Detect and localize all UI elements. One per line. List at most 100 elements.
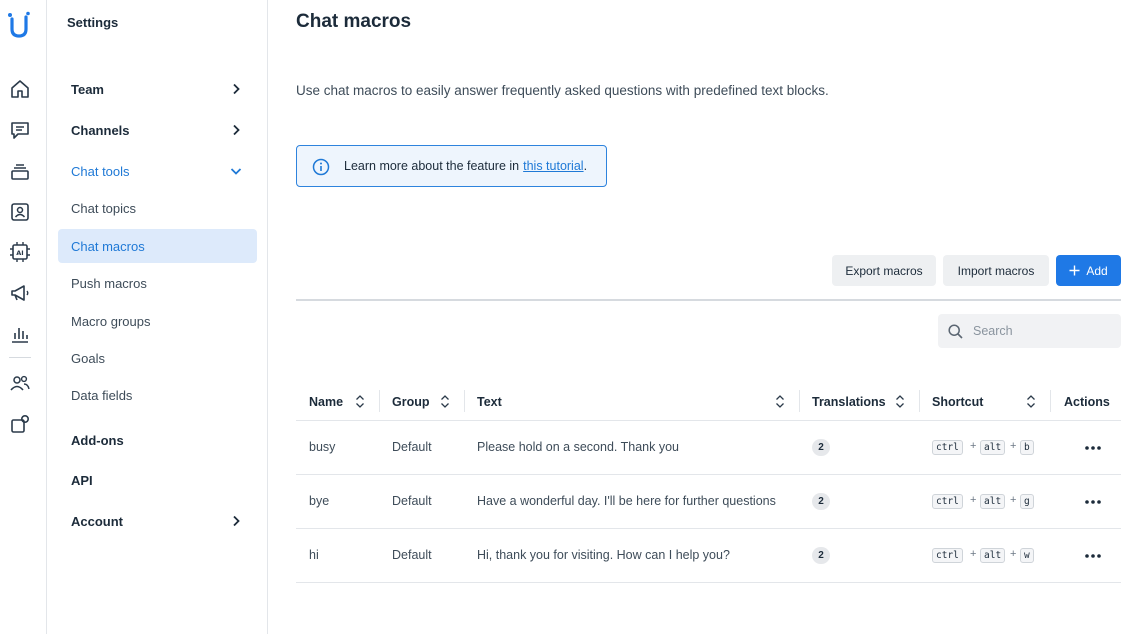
column-separator <box>799 390 800 412</box>
translations-badge: 2 <box>812 547 830 564</box>
rail-divider <box>9 357 31 358</box>
column-header-group[interactable]: Group <box>392 392 430 412</box>
macro-text: Hi, thank you for visiting. How can I he… <box>477 548 730 562</box>
add-label: Add <box>1086 263 1108 278</box>
export-macros-button[interactable]: Export macros <box>832 255 936 286</box>
svg-text:AI: AI <box>16 249 23 257</box>
home-icon[interactable] <box>9 78 31 100</box>
macro-name: bye <box>309 494 330 508</box>
sidebar-item-add-ons[interactable]: Add-ons <box>58 423 257 457</box>
info-icon <box>312 158 330 176</box>
analytics-icon[interactable] <box>9 323 31 345</box>
shortcut-key: w <box>1020 548 1034 563</box>
sidebar-item-push-macros[interactable]: Push macros <box>58 266 257 300</box>
shortcut-key: b <box>1020 440 1034 455</box>
column-header-shortcut[interactable]: Shortcut <box>932 392 983 412</box>
shortcut-key: alt <box>980 494 1006 509</box>
icon-rail: AI <box>0 0 47 634</box>
main-content: Chat macros Use chat macros to easily an… <box>268 0 1134 634</box>
table-row[interactable]: bye Default Have a wonderful day. I'll b… <box>296 475 1121 529</box>
sidebar-item-channels[interactable]: Channels <box>58 113 257 147</box>
table-row[interactable]: busy Default Please hold on a second. Th… <box>296 421 1121 475</box>
column-separator <box>919 390 920 412</box>
add-button[interactable]: Add <box>1056 255 1121 286</box>
shortcut-plus: + <box>970 548 977 560</box>
more-actions-icon[interactable] <box>1084 553 1102 559</box>
shortcut-plus: + <box>1010 440 1017 452</box>
megaphone-icon[interactable] <box>9 282 31 304</box>
chevron-right-icon <box>233 83 240 95</box>
macro-group: Default <box>392 548 432 562</box>
settings-icon[interactable] <box>9 413 31 435</box>
macro-text: Have a wonderful day. I'll be here for f… <box>477 494 776 508</box>
page-description: Use chat macros to easily answer frequen… <box>296 83 829 98</box>
column-header-translations[interactable]: Translations <box>812 392 886 412</box>
sidebar-item-macro-groups[interactable]: Macro groups <box>58 304 257 338</box>
sidebar-item-api[interactable]: API <box>58 463 257 497</box>
sidebar-item-label: Push macros <box>71 275 147 291</box>
sort-icon[interactable] <box>895 394 905 409</box>
translations-badge: 2 <box>812 493 830 510</box>
sidebar-item-label: Chat macros <box>71 238 145 254</box>
shortcut-plus: + <box>1010 548 1017 560</box>
more-actions-icon[interactable] <box>1084 499 1102 505</box>
plus-icon <box>1069 265 1080 276</box>
sidebar-item-label: Account <box>71 513 123 529</box>
sidebar-item-goals[interactable]: Goals <box>58 341 257 375</box>
import-macros-label: Import macros <box>957 263 1035 278</box>
shortcut-plus: + <box>970 494 977 506</box>
sidebar-item-label: Channels <box>71 122 130 138</box>
stack-icon[interactable] <box>9 160 31 182</box>
column-separator <box>379 390 380 412</box>
search-input[interactable]: Search <box>938 314 1121 348</box>
sort-icon[interactable] <box>775 394 785 409</box>
ai-icon[interactable]: AI <box>9 241 31 263</box>
contacts-icon[interactable] <box>9 201 31 223</box>
search-placeholder: Search <box>973 324 1013 338</box>
translations-badge: 2 <box>812 439 830 456</box>
shortcut-key: ctrl <box>932 494 963 509</box>
import-macros-button[interactable]: Import macros <box>943 255 1049 286</box>
shortcut-key: alt <box>980 548 1006 563</box>
shortcut-key: alt <box>980 440 1006 455</box>
sort-icon[interactable] <box>1026 394 1036 409</box>
sidebar-item-chat-tools[interactable]: Chat tools <box>58 154 257 188</box>
sidebar-item-label: Data fields <box>71 387 133 403</box>
sidebar-item-data-fields[interactable]: Data fields <box>58 378 257 412</box>
tutorial-link[interactable]: this tutorial <box>523 159 583 173</box>
macro-text: Please hold on a second. Thank you <box>477 440 679 454</box>
column-header-actions: Actions <box>1064 395 1110 409</box>
macro-group: Default <box>392 494 432 508</box>
sort-icon[interactable] <box>355 394 365 409</box>
table-row[interactable]: hi Default Hi, thank you for visiting. H… <box>296 529 1121 583</box>
info-period: . <box>583 159 588 173</box>
more-actions-icon[interactable] <box>1084 445 1102 451</box>
page-title: Chat macros <box>296 11 412 32</box>
sidebar-item-label: Macro groups <box>71 313 151 329</box>
macro-name: hi <box>309 548 319 562</box>
chevron-right-icon <box>233 515 240 527</box>
shortcut-plus: + <box>970 440 977 452</box>
column-header-name[interactable]: Name <box>309 392 343 412</box>
sidebar-item-team[interactable]: Team <box>58 72 257 106</box>
export-macros-label: Export macros <box>845 263 923 278</box>
sidebar-item-label: Add-ons <box>71 432 124 448</box>
shortcut-key: ctrl <box>932 440 963 455</box>
chevron-down-icon <box>230 168 242 175</box>
macro-group: Default <box>392 440 432 454</box>
settings-sidebar: Settings Team Channels Chat tools Chat t… <box>47 0 268 634</box>
chat-icon[interactable] <box>9 119 31 141</box>
logo-icon[interactable] <box>6 11 32 39</box>
team-icon[interactable] <box>9 372 31 394</box>
shortcut-key: ctrl <box>932 548 963 563</box>
sidebar-item-label: Team <box>71 81 104 97</box>
sidebar-item-chat-macros[interactable]: Chat macros <box>58 229 257 263</box>
column-header-text[interactable]: Text <box>477 392 502 412</box>
sort-icon[interactable] <box>440 394 450 409</box>
sidebar-item-account[interactable]: Account <box>58 504 257 538</box>
info-text: Learn more about the feature in <box>344 159 520 173</box>
shortcut-plus: + <box>1010 494 1017 506</box>
search-icon <box>948 324 963 339</box>
sidebar-item-chat-topics[interactable]: Chat topics <box>58 191 257 225</box>
divider <box>296 299 1121 301</box>
